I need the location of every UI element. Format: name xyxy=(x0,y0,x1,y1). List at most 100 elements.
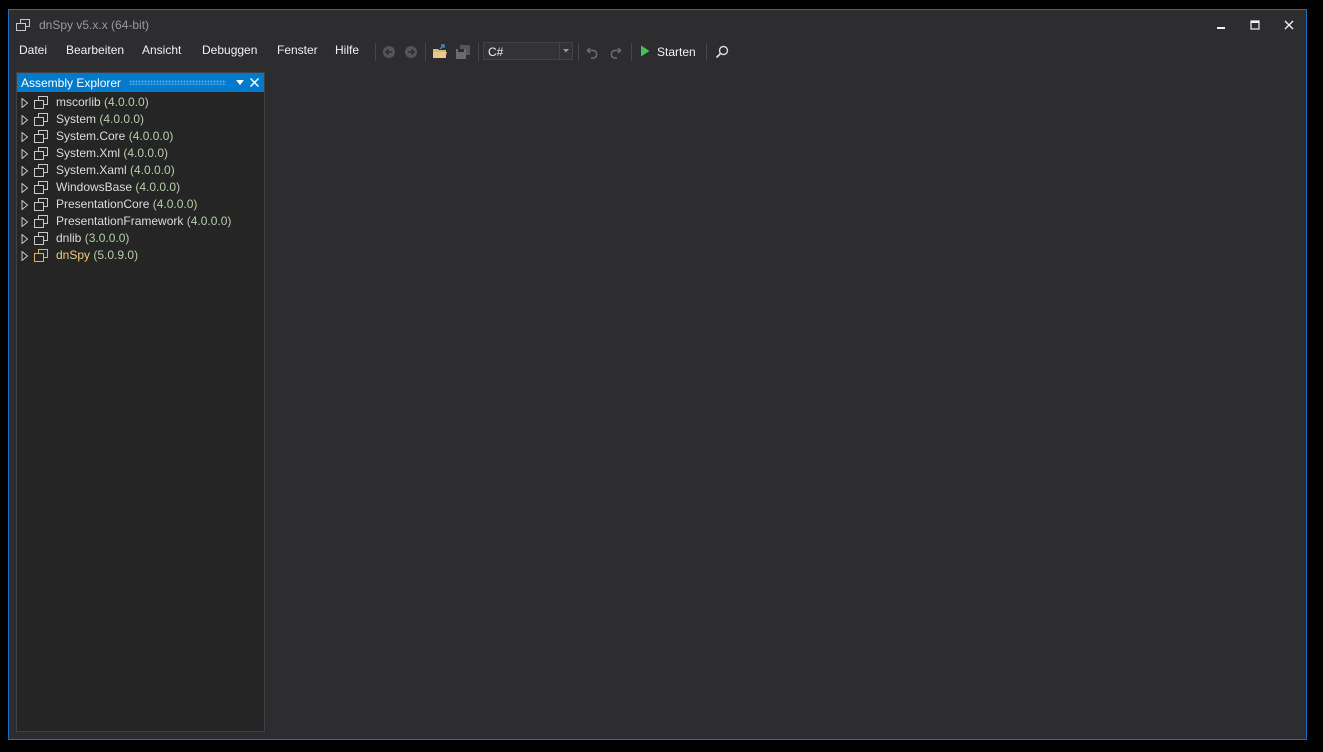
assembly-name: System.Xml xyxy=(56,146,121,160)
assembly-icon xyxy=(34,181,48,194)
redo-icon[interactable] xyxy=(606,43,624,61)
assembly-icon xyxy=(34,164,48,177)
assembly-icon xyxy=(34,198,48,211)
expand-arrow-icon[interactable] xyxy=(21,114,29,126)
assembly-icon xyxy=(34,96,48,109)
assembly-icon xyxy=(34,232,48,245)
expand-arrow-icon[interactable] xyxy=(21,216,29,228)
tree-item[interactable]: dnSpy (5.0.9.0) xyxy=(17,247,264,264)
assembly-name: System xyxy=(56,112,97,126)
assembly-name: dnlib xyxy=(56,231,82,245)
expand-arrow-icon[interactable] xyxy=(21,97,29,109)
toolbar-separator xyxy=(706,43,707,61)
app-icon xyxy=(16,19,30,31)
assembly-tree: mscorlib (4.0.0.0) System (4.0.0.0) System… xyxy=(17,94,264,264)
assembly-name: System.Xaml xyxy=(56,163,127,177)
start-icon xyxy=(640,45,650,60)
menu-ansicht[interactable]: Ansicht xyxy=(142,43,181,57)
expand-arrow-icon[interactable] xyxy=(21,165,29,177)
search-icon[interactable] xyxy=(713,43,731,61)
assembly-label: mscorlib (4.0.0.0) xyxy=(56,95,149,109)
panel-drag-grip[interactable] xyxy=(129,80,226,85)
start-button[interactable]: Starten xyxy=(640,43,696,61)
expand-arrow-icon[interactable] xyxy=(21,182,29,194)
document-area[interactable] xyxy=(266,72,1306,739)
assembly-name: WindowsBase xyxy=(56,180,133,194)
assembly-label: System.Xml (4.0.0.0) xyxy=(56,146,168,160)
assembly-label: System.Core (4.0.0.0) xyxy=(56,129,173,143)
assembly-label: System (4.0.0.0) xyxy=(56,112,144,126)
assembly-version: (4.0.0.0) xyxy=(135,180,181,194)
tree-item[interactable]: PresentationCore (4.0.0.0) xyxy=(17,196,264,213)
tree-item[interactable]: PresentationFramework (4.0.0.0) xyxy=(17,213,264,230)
maximize-button[interactable] xyxy=(1241,14,1269,36)
assembly-version: (5.0.9.0) xyxy=(93,248,139,262)
expand-arrow-icon[interactable] xyxy=(21,199,29,211)
menu-datei[interactable]: Datei xyxy=(19,43,47,57)
assembly-label: PresentationFramework (4.0.0.0) xyxy=(56,214,231,228)
assembly-label: PresentationCore (4.0.0.0) xyxy=(56,197,197,211)
assembly-icon xyxy=(34,113,48,126)
save-all-icon[interactable] xyxy=(454,43,472,61)
tree-item[interactable]: System (4.0.0.0) xyxy=(17,111,264,128)
panel-title: Assembly Explorer xyxy=(21,75,122,90)
menu-bearbeiten[interactable]: Bearbeiten xyxy=(66,43,124,57)
minimize-button[interactable] xyxy=(1207,14,1235,36)
toolbar-separator xyxy=(425,43,426,61)
assembly-name: mscorlib xyxy=(56,95,101,109)
language-value: C# xyxy=(488,45,504,59)
menu-debuggen[interactable]: Debuggen xyxy=(202,43,257,57)
expand-arrow-icon[interactable] xyxy=(21,131,29,143)
assembly-version: (3.0.0.0) xyxy=(84,231,130,245)
tree-item[interactable]: System.Xml (4.0.0.0) xyxy=(17,145,264,162)
assembly-name: System.Core xyxy=(56,129,126,143)
tree-item[interactable]: mscorlib (4.0.0.0) xyxy=(17,94,264,111)
assembly-icon xyxy=(34,249,48,262)
undo-icon[interactable] xyxy=(584,43,602,61)
assembly-explorer-header[interactable]: Assembly Explorer xyxy=(17,73,264,92)
language-combo[interactable]: C# xyxy=(483,42,573,60)
assembly-version: (4.0.0.0) xyxy=(99,112,145,126)
toolbar-separator xyxy=(375,43,376,61)
menu-fenster[interactable]: Fenster xyxy=(277,43,318,57)
expand-arrow-icon[interactable] xyxy=(21,250,29,262)
assembly-name: PresentationCore xyxy=(56,197,150,211)
back-icon[interactable] xyxy=(380,43,398,61)
expand-arrow-icon[interactable] xyxy=(21,233,29,245)
panel-close-icon[interactable] xyxy=(246,73,262,92)
assembly-version: (4.0.0.0) xyxy=(152,197,198,211)
toolbar-separator xyxy=(478,43,479,61)
assembly-version: (4.0.0.0) xyxy=(128,129,174,143)
menu-hilfe[interactable]: Hilfe xyxy=(335,43,359,57)
assembly-label: System.Xaml (4.0.0.0) xyxy=(56,163,175,177)
expand-arrow-icon[interactable] xyxy=(21,148,29,160)
assembly-label: dnSpy (5.0.9.0) xyxy=(56,248,138,262)
assembly-explorer-panel: Assembly Explorer mscorlib (4.0.0.0) Syst… xyxy=(16,72,265,732)
assembly-icon xyxy=(34,130,48,143)
window-title: dnSpy v5.x.x (64-bit) xyxy=(39,18,150,32)
assembly-icon xyxy=(34,147,48,160)
assembly-label: dnlib (3.0.0.0) xyxy=(56,231,129,245)
open-icon[interactable] xyxy=(431,43,449,61)
toolbar-separator xyxy=(578,43,579,61)
close-button[interactable] xyxy=(1275,14,1303,36)
chevron-down-icon[interactable] xyxy=(559,43,572,59)
tree-item[interactable]: System.Xaml (4.0.0.0) xyxy=(17,162,264,179)
start-label: Starten xyxy=(657,45,696,59)
assembly-label: WindowsBase (4.0.0.0) xyxy=(56,180,180,194)
title-bar[interactable]: dnSpy v5.x.x (64-bit) xyxy=(9,10,1306,40)
forward-icon[interactable] xyxy=(402,43,420,61)
assembly-name: dnSpy xyxy=(56,248,91,262)
main-window: dnSpy v5.x.x (64-bit) Datei Bearbeiten A… xyxy=(8,9,1307,740)
assembly-version: (4.0.0.0) xyxy=(104,95,149,109)
assembly-icon xyxy=(34,215,48,228)
panel-dropdown-icon[interactable] xyxy=(234,73,246,92)
assembly-version: (4.0.0.0) xyxy=(130,163,175,177)
tree-item[interactable]: WindowsBase (4.0.0.0) xyxy=(17,179,264,196)
tree-item[interactable]: dnlib (3.0.0.0) xyxy=(17,230,264,247)
assembly-name: PresentationFramework xyxy=(56,214,184,228)
tree-item[interactable]: System.Core (4.0.0.0) xyxy=(17,128,264,145)
assembly-version: (4.0.0.0) xyxy=(123,146,169,160)
toolbar-separator xyxy=(631,43,632,61)
assembly-version: (4.0.0.0) xyxy=(186,214,232,228)
